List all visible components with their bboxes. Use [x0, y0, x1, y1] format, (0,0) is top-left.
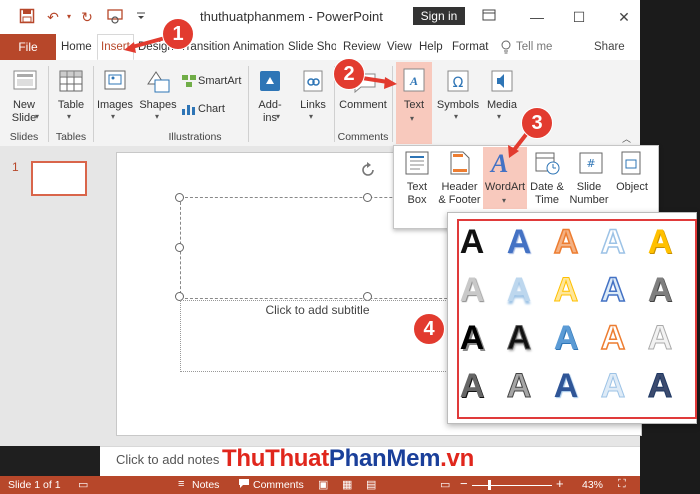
watermark-logo: ThuThuatPhanMem.vn: [222, 445, 474, 472]
callout-badge: 1: [162, 18, 194, 50]
callout-badge: 3: [521, 107, 553, 139]
callout-badge: 2: [333, 58, 365, 90]
callout-badge: 4: [413, 313, 445, 345]
